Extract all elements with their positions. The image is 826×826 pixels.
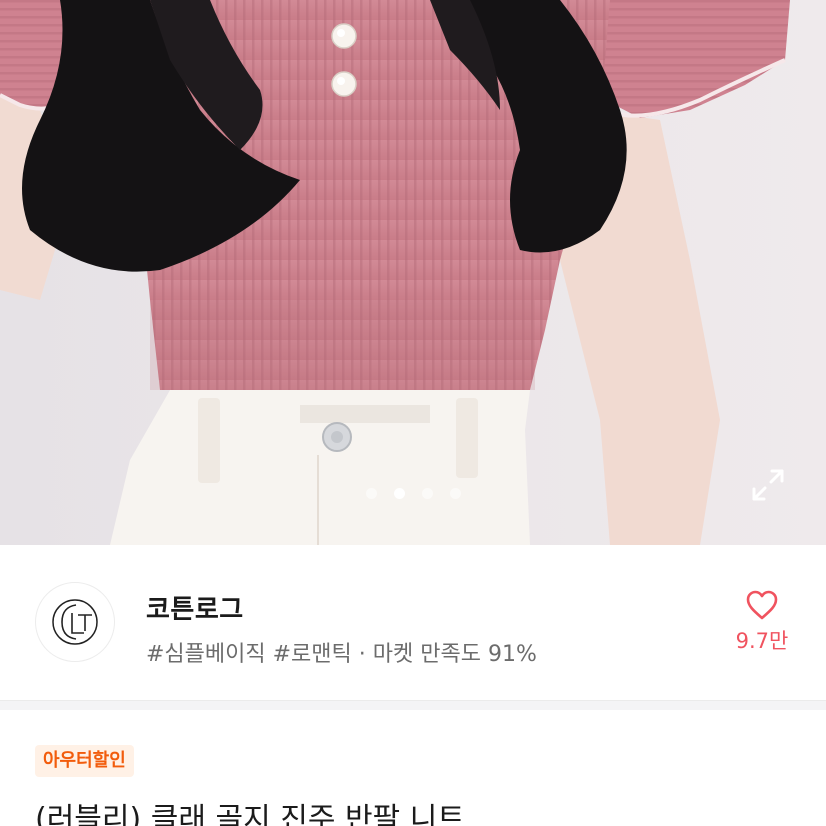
carousel-dot-active[interactable] [393, 488, 405, 499]
carousel-dot[interactable] [421, 488, 433, 499]
shop-tags: #심플베이직 #로맨틱 · 마켓 만족도 91% [146, 642, 537, 667]
product-detail-screen: 코튼로그 #심플베이직 #로맨틱 · 마켓 만족도 91% 9.7만 아우터할인… [0, 0, 826, 826]
product-photo [0, 0, 826, 545]
carousel-dot[interactable] [449, 488, 461, 499]
expand-icon[interactable] [750, 467, 786, 503]
shop-name[interactable]: 코튼로그 [146, 589, 244, 626]
product-image-carousel[interactable] [0, 0, 826, 545]
heart-outline-icon [746, 590, 778, 620]
carousel-dot[interactable] [365, 488, 377, 499]
discount-badge: 아우터할인 [35, 745, 134, 777]
product-title: (러블리) 클래 골지 진주 반팔 니트 [35, 802, 465, 826]
shop-info-row[interactable]: 코튼로그 #심플베이직 #로맨틱 · 마켓 만족도 91% 9.7만 [0, 545, 826, 700]
carousel-indicator [0, 488, 826, 499]
like-count: 9.7만 [735, 629, 789, 653]
like-button[interactable]: 9.7만 [728, 589, 796, 655]
shop-logo[interactable] [35, 582, 115, 662]
section-divider [0, 700, 826, 710]
